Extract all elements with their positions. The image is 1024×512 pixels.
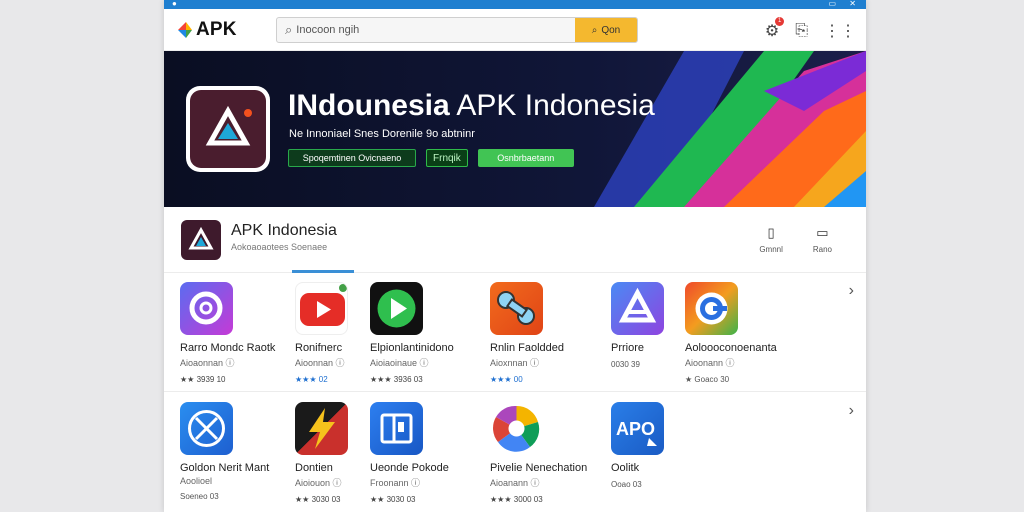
puzzle-icon	[490, 282, 543, 335]
minimize-icon[interactable]: ▭	[828, 0, 836, 8]
search-button-icon: ⌕	[591, 24, 598, 36]
banner-tag[interactable]: Osnbrbaetann	[477, 149, 574, 167]
app-icon[interactable]	[181, 220, 221, 260]
photos-icon	[490, 402, 543, 455]
app-developer: Aioaonnan ⓘ	[180, 358, 235, 368]
banner-app-icon[interactable]	[186, 86, 270, 172]
app-subtitle: Aokoaoaotees Soenaee	[231, 242, 328, 252]
app-store-icon	[611, 282, 664, 335]
apk-logo-icon	[178, 21, 192, 38]
bookmark-button[interactable]: ▯ Gmnnl	[759, 225, 783, 254]
app-developer: Aioxnnan ⓘ	[490, 358, 540, 368]
search-input[interactable]: Inocoon ngih	[296, 24, 575, 36]
sidebar-icon	[370, 402, 423, 455]
app-developer: Aioonann ⓘ	[685, 358, 735, 368]
app-name: Rarro Mondc Raotk	[180, 342, 276, 354]
app-tile[interactable]: APO Oolitk Ooao 03	[611, 402, 721, 489]
app-developer: Froonann ⓘ	[370, 478, 421, 488]
svg-text:APO: APO	[616, 419, 655, 439]
app-tile[interactable]: Pivelie Nenechation Aioanann ⓘ ★★★ 3000 …	[490, 402, 600, 504]
banner-tag[interactable]: Frnqik	[426, 149, 468, 167]
notification-bell-icon[interactable]: ⚙ 1	[765, 17, 785, 41]
app-developer: Aioiaoinaue ⓘ	[370, 358, 429, 368]
app-rating: ★ Goaco 30	[685, 375, 730, 384]
app-developer: Aioanann ⓘ	[490, 478, 540, 488]
banner-title-rest: APK Indonesia	[449, 89, 655, 122]
top-bar: APK ⌕ Inocoon ngih ⌕ Qon ⚙ 1 ⎘ ⋮⋮	[164, 9, 866, 51]
bookmark-label: Gmnnl	[759, 245, 783, 254]
app-actions: ▯ Gmnnl ▭ Rano	[759, 225, 832, 254]
app-name: Elpionlantinidono	[370, 342, 454, 354]
banner-title-bold: INdounesia	[288, 89, 450, 122]
logo[interactable]: APK	[176, 19, 237, 41]
banner-tag[interactable]: Spoqemtinen Ovicnaeno	[288, 149, 416, 167]
app-name: Rnlin Faoldded	[490, 342, 564, 354]
app-header: APK Indonesia Aokoaoaotees Soenaee ▯ Gmn…	[164, 207, 866, 273]
notification-badge: 1	[775, 17, 785, 26]
app-tile[interactable]: Goldon Nerit Mant Aoolioel Soeneo 03	[180, 402, 290, 501]
flash-icon	[295, 402, 348, 455]
banner-title: INdounesia APK Indonesia	[288, 89, 655, 123]
triangle-logo-icon	[205, 105, 252, 146]
app-window: ● ▭ ✕ APK ⌕ Inocoon ngih ⌕ Qon ⚙1 ⎘ ⋮⋮	[164, 0, 866, 512]
window-icon: ●	[172, 0, 177, 8]
chevron-right-icon[interactable]: ›	[849, 282, 854, 300]
logo-text: APK	[196, 18, 237, 40]
app-rating: ★★★ 00	[490, 375, 523, 384]
top-icons: ⚙ 1 ⎘ ⋮⋮	[765, 17, 856, 41]
chevron-right-icon[interactable]: ›	[849, 402, 854, 420]
app-tile[interactable]: Elpionlantinidono Aioiaoinaue ⓘ ★★★ 3936…	[370, 282, 480, 384]
search-button[interactable]: ⌕ Qon	[575, 18, 637, 42]
chrome-icon	[685, 282, 738, 335]
purple-ring-icon	[180, 282, 233, 335]
app-rating: ★★★ 3936 03	[370, 375, 423, 384]
youtube-icon	[295, 282, 348, 335]
app-name: Ueonde Pokode	[370, 462, 449, 474]
message-button[interactable]: ▭ Rano	[813, 225, 832, 254]
active-tab-indicator	[292, 270, 354, 273]
search-button-label: Qon	[601, 24, 621, 36]
message-label: Rano	[812, 245, 832, 254]
triangle-logo-icon	[188, 226, 214, 250]
message-icon: ▭	[816, 225, 829, 240]
share-icon[interactable]: ⎘	[795, 22, 808, 40]
search-icon: ⌕	[285, 22, 293, 37]
app-rating: ★★ 3939 10	[180, 375, 226, 384]
app-tile[interactable]: Rnlin Faoldded Aioxnnan ⓘ ★★★ 00	[490, 282, 600, 384]
apk-icon: APO	[611, 402, 664, 455]
app-name: Pivelie Nenechation	[490, 462, 588, 474]
app-rating: ★★ 3030 03	[370, 495, 416, 504]
app-rating: Ooao 03	[611, 480, 642, 489]
app-rating: Soeneo 03	[180, 492, 219, 501]
app-name: Aoloooconoenanta	[685, 342, 777, 354]
title-bar: ● ▭ ✕	[164, 0, 866, 9]
safari-icon	[180, 402, 233, 455]
app-rating: ★★★ 3000 03	[490, 495, 543, 504]
hero-banner: INdounesia APK Indonesia Ne Innoniael Sn…	[164, 51, 866, 207]
app-title: APK Indonesia	[231, 222, 337, 239]
banner-tags: Spoqemtinen Ovicnaeno Frnqik Osnbrbaetan…	[288, 149, 574, 167]
app-tile[interactable]: Ueonde Pokode Froonann ⓘ ★★ 3030 03	[370, 402, 480, 504]
play-icon	[370, 282, 423, 335]
more-options-icon[interactable]: ⋮⋮	[824, 21, 856, 41]
app-tile[interactable]: Aoloooconoenanta Aioonann ⓘ ★ Goaco 30	[685, 282, 795, 384]
app-name: Oolitk	[611, 462, 640, 474]
app-row: Goldon Nerit Mant Aoolioel Soeneo 03 Don…	[164, 394, 866, 512]
search-bar[interactable]: ⌕ Inocoon ngih ⌕ Qon	[276, 17, 638, 43]
close-icon[interactable]: ✕	[849, 0, 856, 8]
app-row: Rarro Mondc Raotk Aioaonnan ⓘ ★★ 3939 10…	[164, 274, 866, 392]
app-tile[interactable]: Rarro Mondc Raotk Aioaonnan ⓘ ★★ 3939 10	[180, 282, 290, 384]
app-name: Goldon Nerit Mant	[180, 462, 270, 474]
app-developer: Aoolioel	[180, 476, 213, 486]
banner-subtitle: Ne Innoniael Snes Dorenile 9o abtninr	[289, 128, 475, 140]
bookmark-icon: ▯	[767, 225, 775, 240]
